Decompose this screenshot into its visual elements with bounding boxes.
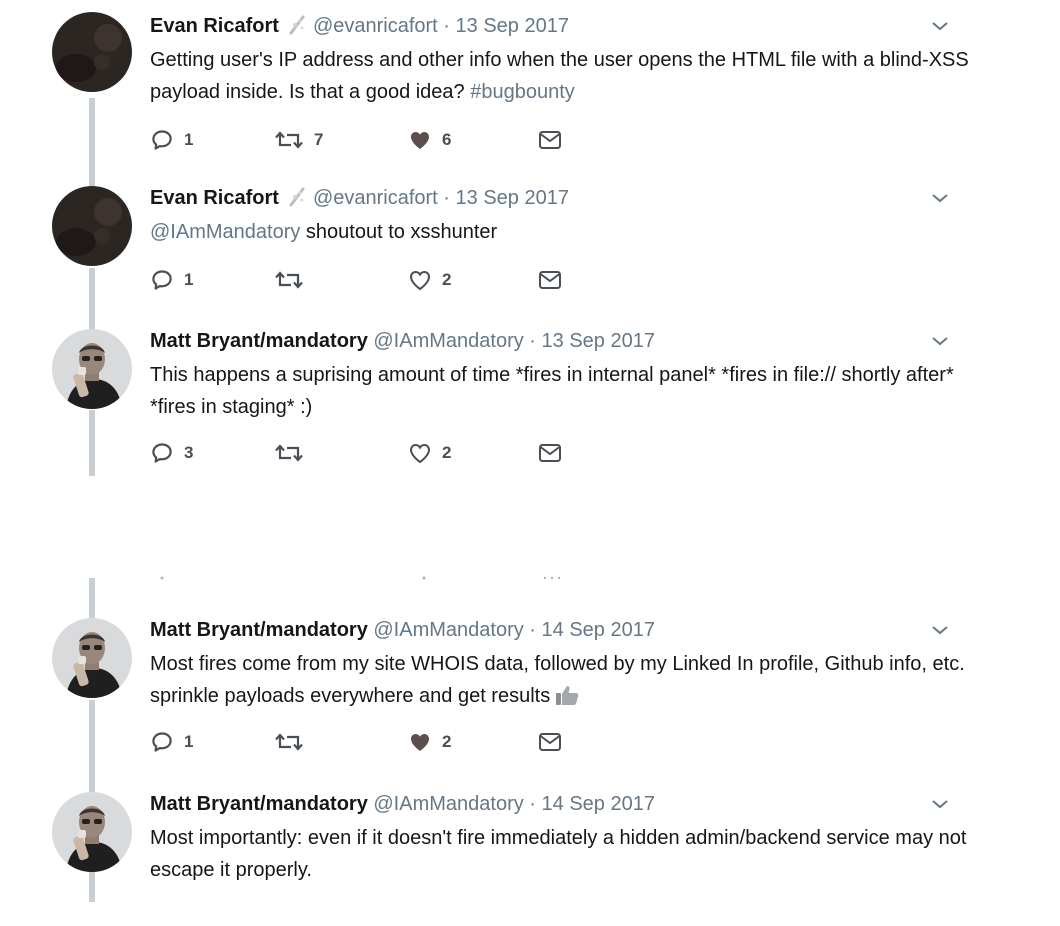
direct-message-button[interactable] xyxy=(538,126,562,154)
reply-icon xyxy=(150,128,174,152)
like-button[interactable]: 6 xyxy=(408,126,451,154)
author-handle[interactable]: @IAmMandatory xyxy=(373,619,523,641)
tweet-date[interactable]: 13 Sep 2017 xyxy=(456,187,569,209)
tweet-text: Most fires come from my site WHOIS data,… xyxy=(150,648,970,712)
separator: · xyxy=(443,187,450,209)
tweet-date[interactable]: 14 Sep 2017 xyxy=(542,619,655,641)
like-count: 2 xyxy=(442,443,452,462)
reply-count: 3 xyxy=(184,443,194,462)
author-handle[interactable]: @IAmMandatory xyxy=(373,330,523,352)
envelope-icon xyxy=(538,128,562,152)
tweet-date[interactable]: 13 Sep 2017 xyxy=(456,15,569,37)
retweet-button[interactable] xyxy=(274,439,304,467)
heart-filled-icon xyxy=(408,128,432,152)
chevron-down-icon[interactable] xyxy=(930,620,950,640)
retweet-icon xyxy=(274,730,304,754)
tweet-date[interactable]: 14 Sep 2017 xyxy=(542,793,655,815)
avatar[interactable] xyxy=(52,329,132,409)
reply-icon xyxy=(150,441,174,465)
reply-button[interactable]: 1 xyxy=(150,126,193,154)
author-name[interactable]: Matt Bryant/mandatory xyxy=(150,619,368,641)
separator: · xyxy=(529,619,536,641)
emoji-badge-icon xyxy=(287,187,307,207)
tweet-text: This happens a suprising amount of time … xyxy=(150,364,954,418)
reply-button[interactable]: 1 xyxy=(150,728,193,756)
heart-icon xyxy=(408,268,432,292)
tweet-header: Evan Ricafort @evanricafort · 13 Sep 2017 xyxy=(150,12,569,40)
like-button[interactable]: 2 xyxy=(408,439,451,467)
author-name[interactable]: Matt Bryant/mandatory xyxy=(150,330,368,352)
like-count: 6 xyxy=(442,130,452,149)
direct-message-button[interactable] xyxy=(538,266,562,294)
thread-gap-dots xyxy=(160,576,561,580)
separator: · xyxy=(443,15,450,37)
heart-filled-icon xyxy=(408,730,432,754)
tweet-text: Getting user's IP address and other info… xyxy=(150,44,970,108)
avatar[interactable] xyxy=(52,618,132,698)
tweet: Matt Bryant/mandatory @IAmMandatory · 14… xyxy=(0,790,1060,910)
envelope-icon xyxy=(538,730,562,754)
retweet-count: 7 xyxy=(314,130,324,149)
like-button[interactable]: 2 xyxy=(408,266,451,294)
author-name[interactable]: Matt Bryant/mandatory xyxy=(150,793,368,815)
envelope-icon xyxy=(538,268,562,292)
heart-icon xyxy=(408,441,432,465)
thread-line xyxy=(89,578,95,620)
tweet-text: Most importantly: even if it doesn't fir… xyxy=(150,827,967,881)
chevron-down-icon[interactable] xyxy=(930,16,950,36)
reply-count: 1 xyxy=(184,130,194,149)
thumbs-up-icon xyxy=(554,684,580,706)
author-name[interactable]: Evan Ricafort xyxy=(150,187,279,209)
like-count: 2 xyxy=(442,270,452,289)
author-name[interactable]: Evan Ricafort xyxy=(150,15,279,37)
chevron-down-icon[interactable] xyxy=(930,331,950,351)
tweet-header: Matt Bryant/mandatory @IAmMandatory · 13… xyxy=(150,327,655,355)
avatar[interactable] xyxy=(52,186,132,266)
retweet-icon xyxy=(274,128,304,152)
reply-icon xyxy=(150,730,174,754)
retweet-icon xyxy=(274,268,304,292)
direct-message-button[interactable] xyxy=(538,439,562,467)
tweet: Matt Bryant/mandatory @IAmMandatory · 14… xyxy=(0,616,1060,766)
retweet-button[interactable] xyxy=(274,266,304,294)
tweet-body: shoutout to xsshunter xyxy=(305,221,498,243)
reply-button[interactable]: 3 xyxy=(150,439,193,467)
like-count: 2 xyxy=(442,732,452,751)
tweet-header: Matt Bryant/mandatory @IAmMandatory · 14… xyxy=(150,790,655,818)
tweet-header: Evan Ricafort @evanricafort · 13 Sep 2017 xyxy=(150,184,569,212)
envelope-icon xyxy=(538,441,562,465)
hashtag-link[interactable]: #bugbounty xyxy=(470,81,575,103)
retweet-button[interactable] xyxy=(274,728,304,756)
author-handle[interactable]: @evanricafort xyxy=(313,187,438,209)
avatar[interactable] xyxy=(52,12,132,92)
reply-count: 1 xyxy=(184,732,194,751)
chevron-down-icon[interactable] xyxy=(930,794,950,814)
emoji-badge-icon xyxy=(287,15,307,35)
tweet: Evan Ricafort @evanricafort · 13 Sep 2017… xyxy=(0,12,1060,162)
chevron-down-icon[interactable] xyxy=(930,188,950,208)
retweet-button[interactable]: 7 xyxy=(274,126,323,154)
direct-message-button[interactable] xyxy=(538,728,562,756)
tweet: Evan Ricafort @evanricafort · 13 Sep 2017… xyxy=(0,184,1060,304)
retweet-icon xyxy=(274,441,304,465)
reply-icon xyxy=(150,268,174,292)
tweet: Matt Bryant/mandatory @IAmMandatory · 13… xyxy=(0,327,1060,477)
avatar[interactable] xyxy=(52,792,132,872)
reply-count: 1 xyxy=(184,270,194,289)
like-button[interactable]: 2 xyxy=(408,728,451,756)
author-handle[interactable]: @evanricafort xyxy=(313,15,438,37)
tweet-text: @IAmMandatory shoutout to xsshunter xyxy=(150,216,970,248)
author-handle[interactable]: @IAmMandatory xyxy=(373,793,523,815)
mention-link[interactable]: @IAmMandatory xyxy=(150,221,300,243)
separator: · xyxy=(529,793,536,815)
reply-button[interactable]: 1 xyxy=(150,266,193,294)
tweet-date[interactable]: 13 Sep 2017 xyxy=(542,330,655,352)
separator: · xyxy=(529,330,536,352)
tweet-header: Matt Bryant/mandatory @IAmMandatory · 14… xyxy=(150,616,655,644)
